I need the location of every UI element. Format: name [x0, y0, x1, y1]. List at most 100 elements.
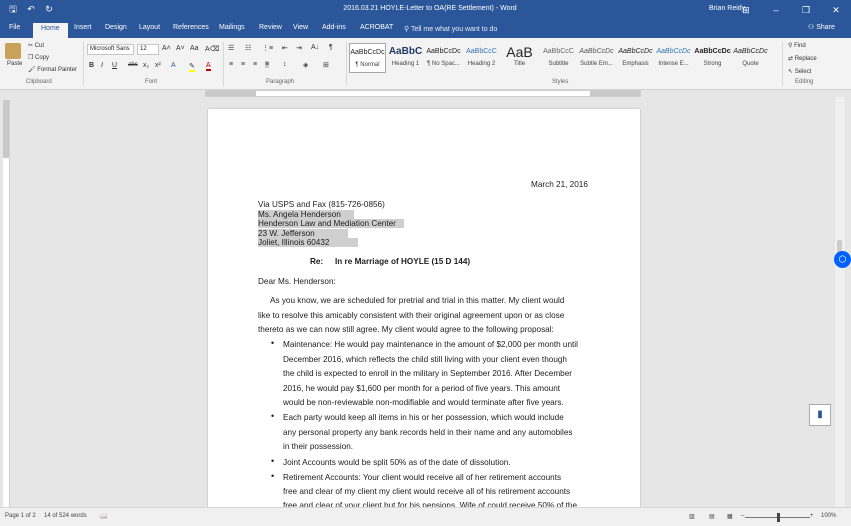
bullets-button[interactable]: ☰ [228, 44, 234, 52]
font-color-icon[interactable]: A [206, 62, 211, 71]
underline-button[interactable]: U [112, 62, 117, 69]
style-title[interactable]: AaB Title [501, 43, 538, 73]
select-button[interactable]: ↖ Select [788, 68, 811, 75]
save-icon[interactable]: 🖫 [8, 3, 18, 15]
justify-button[interactable]: ≡ [265, 61, 270, 68]
undo-icon[interactable]: ↶ [26, 3, 36, 15]
style-normal[interactable]: AaBbCcDc ¶ Normal [349, 43, 386, 73]
subscript-button[interactable]: x₂ [143, 62, 149, 69]
word-count[interactable]: 14 of 524 words [44, 513, 87, 519]
zoom-level[interactable]: 100% [821, 513, 836, 519]
style-subtitle[interactable]: AaBbCcC Subtitle [540, 43, 577, 73]
salutation: Dear Ms. Henderson: [258, 277, 336, 286]
document-page[interactable]: March 21, 2016 Via USPS and Fax (815-726… [208, 109, 640, 510]
tab-acrobat[interactable]: ACROBAT [360, 24, 393, 31]
numbering-button[interactable]: ☷ [245, 44, 251, 52]
web-layout-icon[interactable]: ▦ [727, 513, 733, 520]
format-painter-button[interactable]: 🖌 Format Painter [28, 66, 77, 73]
style-heading-1[interactable]: AaBbC Heading 1 [387, 43, 424, 73]
ribbon-display-options-icon[interactable]: ⊞ [731, 0, 761, 21]
tab-insert[interactable]: Insert [74, 24, 92, 31]
borders-button[interactable]: ⊞ [323, 61, 329, 69]
clear-formatting-button[interactable]: A⌫ [205, 45, 220, 53]
shrink-font-button[interactable]: A˅ [176, 45, 185, 52]
quick-access-toolbar: 🖫 ↶ ↻ [8, 3, 54, 15]
sort-button[interactable]: A↓ [311, 44, 319, 51]
clipboard-group-label: Clipboard [26, 79, 52, 85]
dropbox-icon[interactable]: ⬡ [834, 251, 851, 268]
proofing-icon[interactable]: 📖 [100, 513, 107, 520]
page-count[interactable]: Page 1 of 2 [5, 513, 36, 519]
grow-font-button[interactable]: A˄ [162, 45, 171, 52]
letter-date: March 21, 2016 [531, 180, 588, 189]
paste-button[interactable]: Paste [7, 61, 22, 67]
close-button[interactable]: ✕ [821, 0, 851, 21]
paste-icon[interactable] [5, 43, 21, 59]
print-layout-icon[interactable]: ▤ [709, 513, 715, 520]
tell-me-box[interactable]: ⚲ Tell me what you want to do [404, 25, 497, 33]
zoom-in-button[interactable]: + [810, 513, 814, 519]
share-button[interactable]: ⚇ Share [808, 23, 835, 31]
decrease-indent-button[interactable]: ⇤ [282, 44, 288, 52]
replace-icon: ⇄ [788, 56, 795, 62]
tab-home[interactable]: Home [33, 23, 68, 38]
zoom-out-button[interactable]: – [741, 513, 744, 519]
body-line: like to resolve this amicably consistent… [258, 311, 565, 320]
align-right-button[interactable]: ≡ [253, 61, 257, 68]
bullet-line: any personal property any bank records h… [283, 428, 573, 437]
delivery-line: Via USPS and Fax (815-726-0856) [258, 200, 385, 209]
highlight-icon[interactable]: ✎ [189, 62, 195, 72]
style-emphasis[interactable]: AaBbCcDc Emphasis [617, 43, 654, 73]
style-subtle-emphasis[interactable]: AaBbCcDc Subtle Em... [578, 43, 615, 73]
italic-button[interactable]: I [101, 62, 103, 69]
multilevel-list-button[interactable]: ⋮≡ [262, 44, 273, 52]
bullet-line: Each party would keep all items in his o… [283, 413, 564, 422]
tab-references[interactable]: References [173, 24, 209, 31]
minimize-button[interactable]: – [761, 0, 791, 21]
tab-review[interactable]: Review [259, 24, 282, 31]
vertical-ruler[interactable] [3, 100, 10, 507]
group-divider [223, 42, 224, 86]
zoom-slider-thumb[interactable] [777, 513, 780, 522]
align-left-button[interactable]: ≡ [229, 61, 233, 68]
replace-button[interactable]: ⇄ Replace [788, 55, 817, 62]
strikethrough-button[interactable]: abc [128, 62, 138, 68]
read-mode-icon[interactable]: ▥ [689, 513, 695, 520]
font-name-box[interactable]: Microsoft Sans [87, 44, 134, 55]
center-button[interactable]: ≡ [241, 61, 245, 68]
increase-indent-button[interactable]: ⇥ [296, 44, 302, 52]
style-quote[interactable]: AaBbCcDc Quote [732, 43, 769, 73]
brush-icon: 🖌 [28, 67, 38, 73]
tab-design[interactable]: Design [105, 24, 127, 31]
address-line: 23 W. Jefferson [258, 229, 348, 238]
tab-layout[interactable]: Layout [139, 24, 160, 31]
style-no-spacing[interactable]: AaBbCcDc ¶ No Spac... [425, 43, 462, 73]
copy-button[interactable]: ❐ Copy [28, 54, 49, 61]
bookmark-icon[interactable]: ▮ [809, 404, 831, 426]
bold-button[interactable]: B [89, 62, 94, 69]
font-size-box[interactable]: 12 [137, 44, 159, 55]
cut-button[interactable]: ✂ Cut [28, 42, 44, 49]
style-intense-emphasis[interactable]: AaBbCcDc Intense E... [655, 43, 692, 73]
show-formatting-button[interactable]: ¶ [329, 44, 333, 51]
tab-file[interactable]: File [9, 24, 20, 31]
redo-icon[interactable]: ↻ [44, 3, 54, 15]
text-effects-icon[interactable]: A [171, 62, 176, 69]
tab-view[interactable]: View [293, 24, 308, 31]
vertical-scrollbar[interactable] [835, 97, 845, 507]
body-line: As you know, we are scheduled for pretri… [270, 296, 565, 305]
change-case-button[interactable]: Aa [190, 45, 199, 52]
bullet-marker: • [271, 411, 275, 421]
restore-button[interactable]: ❐ [791, 0, 821, 21]
tab-mailings[interactable]: Mailings [219, 24, 245, 31]
superscript-button[interactable]: x² [155, 62, 161, 69]
editing-group-label: Editing [795, 79, 814, 85]
line-spacing-button[interactable]: ↕ [283, 61, 287, 68]
style-heading-2[interactable]: AaBbCcC Heading 2 [463, 43, 500, 73]
horizontal-ruler[interactable] [205, 90, 641, 97]
bullet-line: would be non-reviewable non-modifiable a… [283, 398, 564, 407]
find-button[interactable]: ⚲ Find [788, 42, 806, 49]
tab-add-ins[interactable]: Add-ins [322, 24, 346, 31]
shading-button[interactable]: ◈ [303, 61, 308, 69]
style-strong[interactable]: AaBbCcDc Strong [694, 43, 731, 73]
